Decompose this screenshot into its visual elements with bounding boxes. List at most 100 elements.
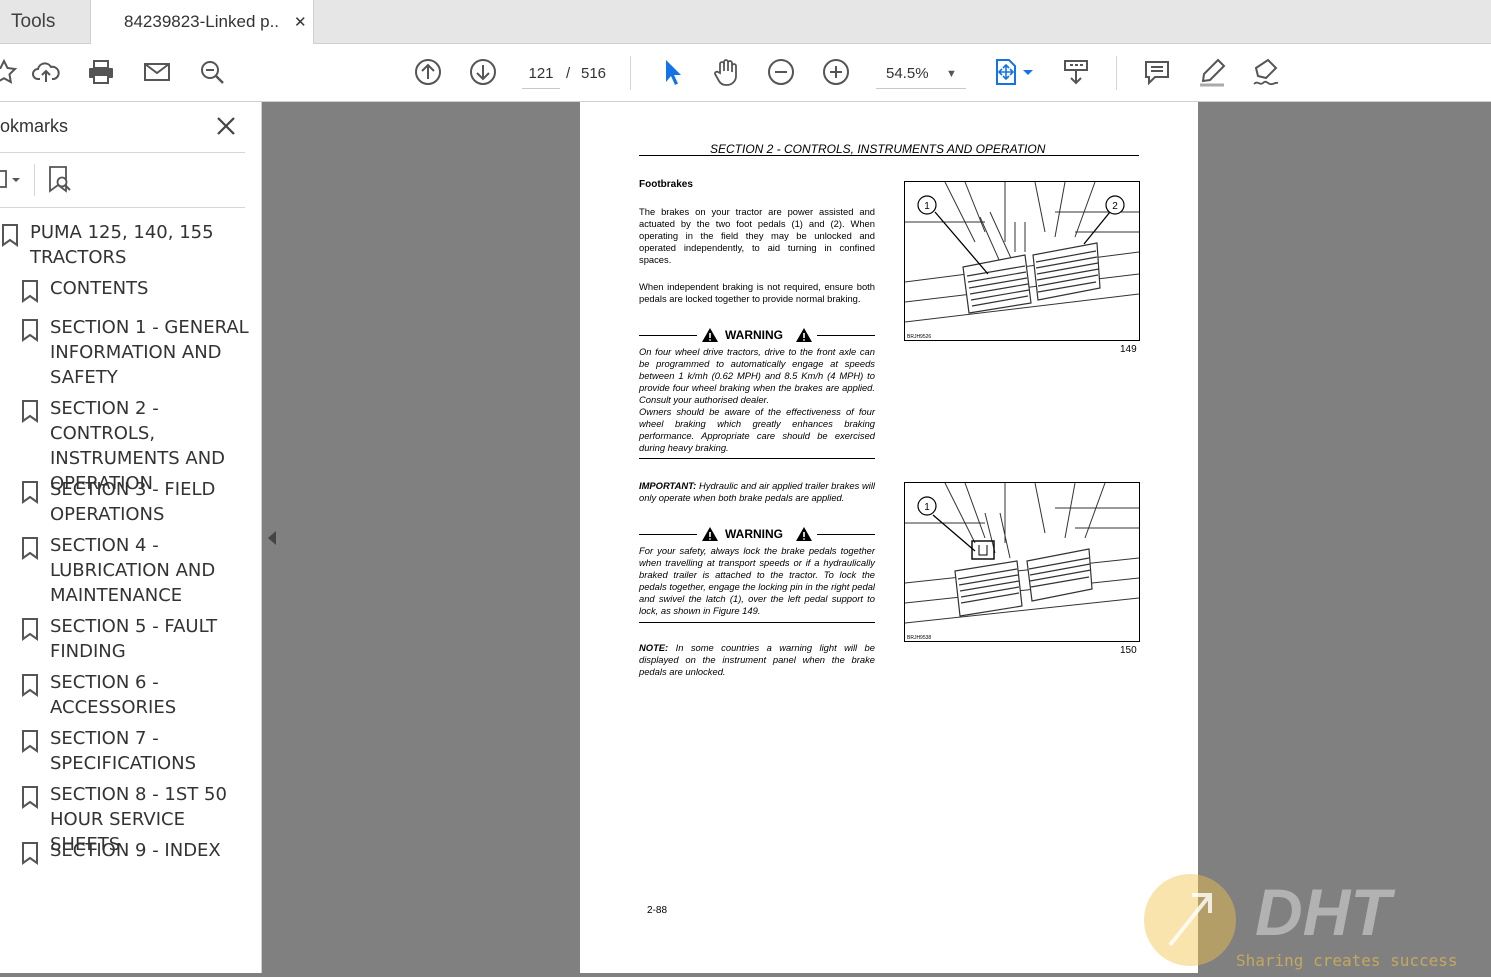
bookmark-icon xyxy=(22,537,38,560)
bookmark-icon xyxy=(22,319,38,342)
figure-number: 150 xyxy=(1120,645,1137,656)
important-note: IMPORTANT: Hydraulic and air applied tra… xyxy=(639,480,875,504)
brake-latch-illustration: 1 BRJH9538 xyxy=(904,482,1140,641)
warning-icon xyxy=(702,328,718,342)
tab-document[interactable]: 84239823-Linked p... ✕ xyxy=(90,0,314,44)
star-icon[interactable] xyxy=(0,54,22,90)
paragraph: When independent braking is not required… xyxy=(639,281,875,304)
next-page-icon[interactable] xyxy=(465,54,501,90)
panel-title: okmarks xyxy=(0,116,69,136)
bookmark-item[interactable]: SECTION 6 - ACCESSORIES xyxy=(20,670,250,720)
warning-heading: WARNING xyxy=(639,326,875,344)
paragraph: The brakes on your tractor are power ass… xyxy=(639,206,875,265)
bookmark-item[interactable]: SECTION 1 - GENERAL INFORMATION AND SAFE… xyxy=(20,315,250,390)
divider xyxy=(34,164,35,196)
chevron-down-icon: ▼ xyxy=(946,68,957,80)
warning-heading: WARNING xyxy=(639,525,875,543)
figure-150: 1 BRJH9538 xyxy=(904,482,1140,642)
rule xyxy=(639,622,875,623)
watermark-slogan: Sharing creates success xyxy=(1236,951,1458,970)
bookmark-item[interactable]: PUMA 125, 140, 155 TRACTORS xyxy=(0,220,240,270)
bookmark-icon xyxy=(22,481,38,504)
bookmark-item[interactable]: SECTION 3 - FIELD OPERATIONS xyxy=(20,477,250,527)
previous-page-icon[interactable] xyxy=(410,54,446,90)
zoom-in-icon[interactable] xyxy=(818,54,854,90)
bookmark-label: SECTION 4 - LUBRICATION AND MAINTENANCE xyxy=(50,535,216,606)
figure-code: BRJH9526 xyxy=(907,334,931,340)
watermark: DHT Sharing creates success xyxy=(1140,870,1491,973)
bookmark-label: CONTENTS xyxy=(50,278,149,299)
figure-number: 149 xyxy=(1120,344,1137,355)
close-tab-icon[interactable]: ✕ xyxy=(294,13,307,31)
chevron-down-icon[interactable] xyxy=(1020,54,1036,90)
options-menu-icon[interactable] xyxy=(0,168,24,192)
warning-text: For your safety, always lock the brake p… xyxy=(639,545,875,616)
warning-icon xyxy=(796,527,812,541)
bookmark-icon xyxy=(22,786,38,809)
scroll-mode-icon[interactable] xyxy=(1058,54,1094,90)
bookmark-item[interactable]: SECTION 4 - LUBRICATION AND MAINTENANCE xyxy=(20,533,250,608)
bookmark-item[interactable]: SECTION 7 - SPECIFICATIONS xyxy=(20,726,250,776)
divider xyxy=(0,207,245,208)
figure-149: 1 2 BRJH9526 xyxy=(904,181,1140,341)
page-number-input[interactable]: 121 xyxy=(522,60,560,89)
highlight-pen-icon[interactable] xyxy=(1194,54,1230,90)
bookmark-item[interactable]: SECTION 5 - FAULT FINDING xyxy=(20,614,250,664)
callout-1: 1 xyxy=(924,201,930,212)
hand-tool-icon[interactable] xyxy=(708,54,744,90)
fit-page-icon[interactable] xyxy=(988,54,1024,90)
watermark-brand: DHT xyxy=(1255,875,1395,949)
divider xyxy=(0,152,245,153)
note: NOTE: In some countries a warning light … xyxy=(639,642,875,678)
bookmarks-panel: okmarks PUMA 125, 140, 155 TRACTORS CONT… xyxy=(0,102,262,973)
search-icon[interactable] xyxy=(194,54,230,90)
page-total: 516 xyxy=(581,65,607,82)
toolbar: 121 / 516 54.5% ▼ xyxy=(0,44,1491,102)
warning-text: Owners should be aware of the effectiven… xyxy=(639,406,875,453)
document-page: SECTION 2 - CONTROLS, INSTRUMENTS AND OP… xyxy=(580,102,1198,973)
brake-pedals-illustration: 1 2 BRJH9526 xyxy=(904,181,1140,340)
panel-toolbar xyxy=(0,160,245,200)
find-bookmark-icon[interactable] xyxy=(46,165,74,195)
bookmark-icon xyxy=(22,400,38,423)
zoom-out-icon[interactable] xyxy=(763,54,799,90)
bookmark-icon xyxy=(22,674,38,697)
bookmark-label: PUMA 125, 140, 155 TRACTORS xyxy=(30,222,214,268)
watermark-logo: DHT Sharing creates success xyxy=(1144,874,1458,970)
select-cursor-icon[interactable] xyxy=(653,54,689,90)
comment-icon[interactable] xyxy=(1139,54,1175,90)
close-icon[interactable] xyxy=(214,114,238,138)
header-rule xyxy=(639,155,1139,156)
divider xyxy=(630,56,631,90)
tab-tools[interactable]: Tools xyxy=(0,0,90,43)
tab-document-label: 84239823-Linked p... xyxy=(124,12,280,31)
bookmark-item[interactable]: SECTION 9 - INDEX xyxy=(20,838,250,865)
warning-label: WARNING xyxy=(725,527,783,541)
callout-2: 2 xyxy=(1112,201,1118,212)
rule xyxy=(639,458,875,459)
zoom-value: 54.5% xyxy=(886,65,929,82)
bookmark-label: SECTION 7 - SPECIFICATIONS xyxy=(50,728,197,774)
warning-icon xyxy=(702,527,718,541)
bookmark-label: SECTION 5 - FAULT FINDING xyxy=(50,616,218,662)
collapse-panel-icon[interactable] xyxy=(266,529,278,547)
page-header: SECTION 2 - CONTROLS, INSTRUMENTS AND OP… xyxy=(710,142,1046,156)
tab-bar: Tools 84239823-Linked p... ✕ xyxy=(0,0,1491,44)
page-number: 2-88 xyxy=(647,905,668,916)
zoom-select[interactable]: 54.5% ▼ xyxy=(876,60,966,89)
bookmark-item[interactable]: CONTENTS xyxy=(20,276,250,303)
warning-text: On four wheel drive tractors, drive to t… xyxy=(639,346,875,405)
bookmark-icon xyxy=(22,730,38,753)
figure-code: BRJH9538 xyxy=(907,635,931,641)
email-icon[interactable] xyxy=(139,54,175,90)
bookmark-label: SECTION 3 - FIELD OPERATIONS xyxy=(50,479,216,525)
important-label: IMPORTANT: xyxy=(639,480,697,491)
sign-icon[interactable] xyxy=(1248,54,1284,90)
print-icon[interactable] xyxy=(83,54,119,90)
bookmark-label: SECTION 1 - GENERAL INFORMATION AND SAFE… xyxy=(50,317,249,388)
section-heading: Footbrakes xyxy=(639,179,693,190)
upload-cloud-icon[interactable] xyxy=(28,54,64,90)
bookmark-label: SECTION 6 - ACCESSORIES xyxy=(50,672,177,718)
note-text: In some countries a warning light will b… xyxy=(639,642,875,677)
note-label: NOTE: xyxy=(639,642,669,653)
